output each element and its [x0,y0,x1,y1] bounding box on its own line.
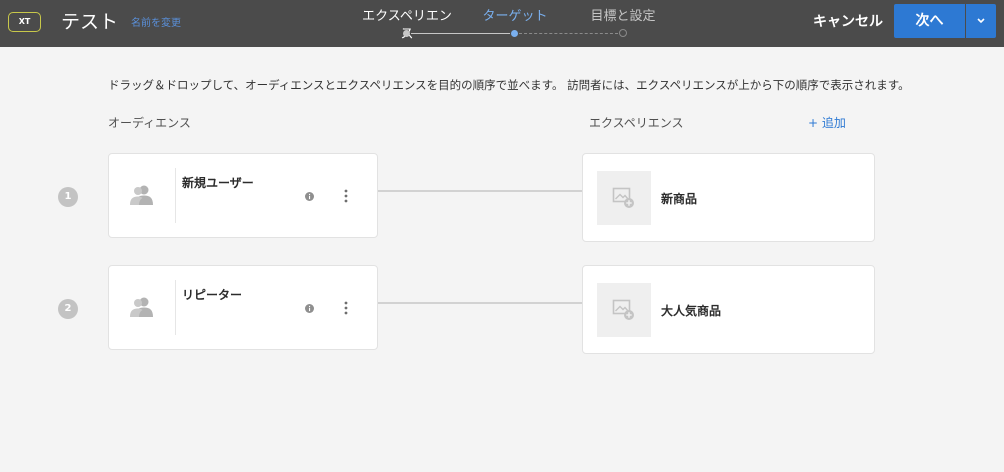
info-icon[interactable] [305,192,314,201]
instruction-text: ドラッグ＆ドロップして、オーディエンスとエクスペリエンスを目的の順序で並べます。… [108,78,910,92]
image-add-icon [612,187,634,208]
experience-card[interactable]: 新商品 [582,153,875,242]
cancel-button[interactable]: キャンセル [805,9,891,35]
audience-name: リピーター [182,288,243,302]
info-icon[interactable] [305,304,314,313]
rename-link[interactable]: 名前を変更 [131,17,181,31]
audience-experience-connector [378,302,582,304]
progress-line-pending [519,33,618,34]
step-dot-target [511,30,518,37]
image-add-icon [612,299,634,320]
users-icon [130,297,153,317]
step-experience[interactable]: エクスペリエンス [357,8,457,44]
step-target[interactable]: ターゲット [475,8,555,26]
audience-name: 新規ユーザー [182,176,254,190]
add-experience-link[interactable]: + 追加 [808,115,846,132]
experience-name: 新商品 [661,192,698,206]
next-button[interactable]: 次へ [894,4,965,38]
experience-card[interactable]: 大人気商品 [582,265,875,354]
activity-type-badge: XT [8,12,41,32]
card-divider [175,280,176,335]
audience-experience-connector [378,190,582,192]
audience-card[interactable]: 新規ユーザー [108,153,378,238]
audience-heading: オーディエンス [108,116,191,130]
step-dot-experience [403,30,410,37]
experience-thumbnail [597,283,651,337]
next-options-button[interactable] [966,4,996,38]
activity-title: テスト [61,11,119,33]
users-icon [130,185,153,205]
experience-thumbnail [597,171,651,225]
row-number: 1 [58,187,78,207]
row-number: 2 [58,299,78,319]
more-vertical-icon[interactable] [339,300,353,316]
top-bar: XT テスト 名前を変更 エクスペリエンス ターゲット 目標と設定 キャンセル … [0,0,1004,47]
progress-line-completed [411,33,510,34]
step-goals-settings[interactable]: 目標と設定 [588,8,658,26]
experience-heading: エクスペリエンス [589,116,684,130]
more-vertical-icon[interactable] [339,188,353,204]
card-divider [175,168,176,223]
chevron-down-icon [977,18,985,24]
step-dot-goals [619,29,627,37]
experience-name: 大人気商品 [661,304,722,318]
audience-card[interactable]: リピーター [108,265,378,350]
